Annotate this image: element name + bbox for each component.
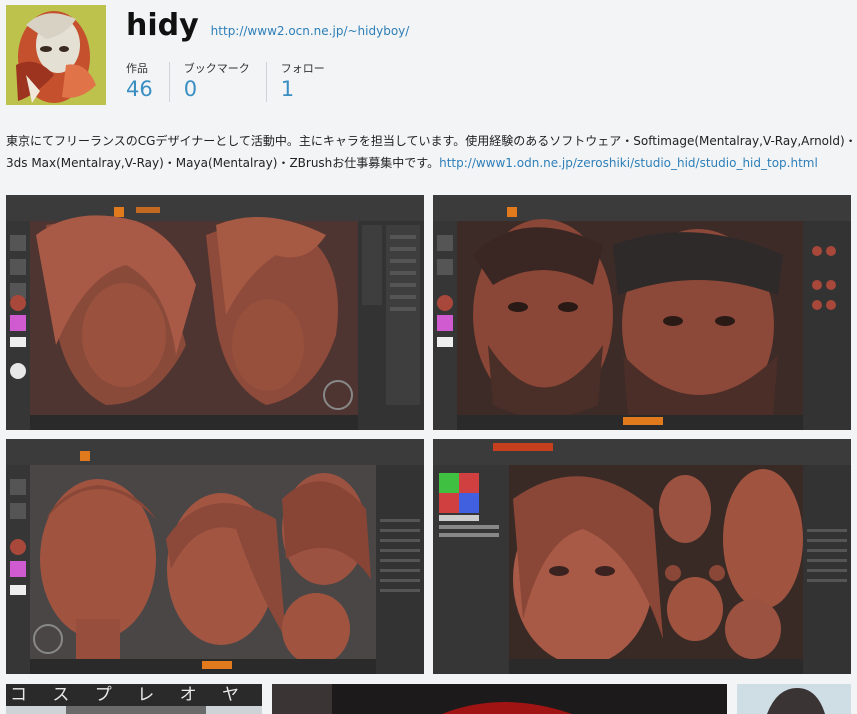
work-tile-3[interactable] <box>6 439 424 674</box>
bio-link[interactable]: http://www1.odn.ne.jp/zeroshiki/studio_h… <box>439 156 818 170</box>
stat-bookmarks-label: ブックマーク <box>183 62 250 75</box>
profile-stats: 作品 46 ブックマーク 0 フォロー 1 <box>126 62 355 102</box>
work-tile-4[interactable] <box>433 439 851 674</box>
user-name: hidy <box>126 8 199 43</box>
stat-follow-label: フォロー <box>280 62 325 75</box>
work-tile-2[interactable] <box>433 195 851 430</box>
stat-follow-value: 1 <box>280 77 295 101</box>
website-link[interactable]: http://www2.ocn.ne.jp/~hidyboy/ <box>211 24 410 38</box>
stat-follow[interactable]: フォロー 1 <box>281 62 341 102</box>
work-tile-6[interactable] <box>272 684 727 714</box>
stat-works-label: 作品 <box>126 62 148 75</box>
profile-header: hidy http://www2.ocn.ne.jp/~hidyboy/ 作品 … <box>0 0 857 118</box>
work-tile-5[interactable]: コ ス プ レ オ ヤ ジ <box>6 684 262 714</box>
cosplay-caption: コ ス プ レ オ ヤ ジ <box>6 684 262 706</box>
work-tile-1[interactable] <box>6 195 424 430</box>
work-tile-7[interactable] <box>737 684 851 714</box>
profile-bio: 東京にてフリーランスのCGデザイナーとして活動中。主にキャラを担当しています。使… <box>6 130 857 178</box>
stat-works-value: 46 <box>126 77 153 101</box>
stat-works[interactable]: 作品 46 <box>126 62 170 102</box>
stat-bookmarks[interactable]: ブックマーク 0 <box>184 62 267 102</box>
cosplay-figure <box>66 706 206 714</box>
stat-bookmarks-value: 0 <box>183 77 198 101</box>
name-row: hidy http://www2.ocn.ne.jp/~hidyboy/ <box>126 8 409 43</box>
avatar[interactable] <box>6 5 106 105</box>
